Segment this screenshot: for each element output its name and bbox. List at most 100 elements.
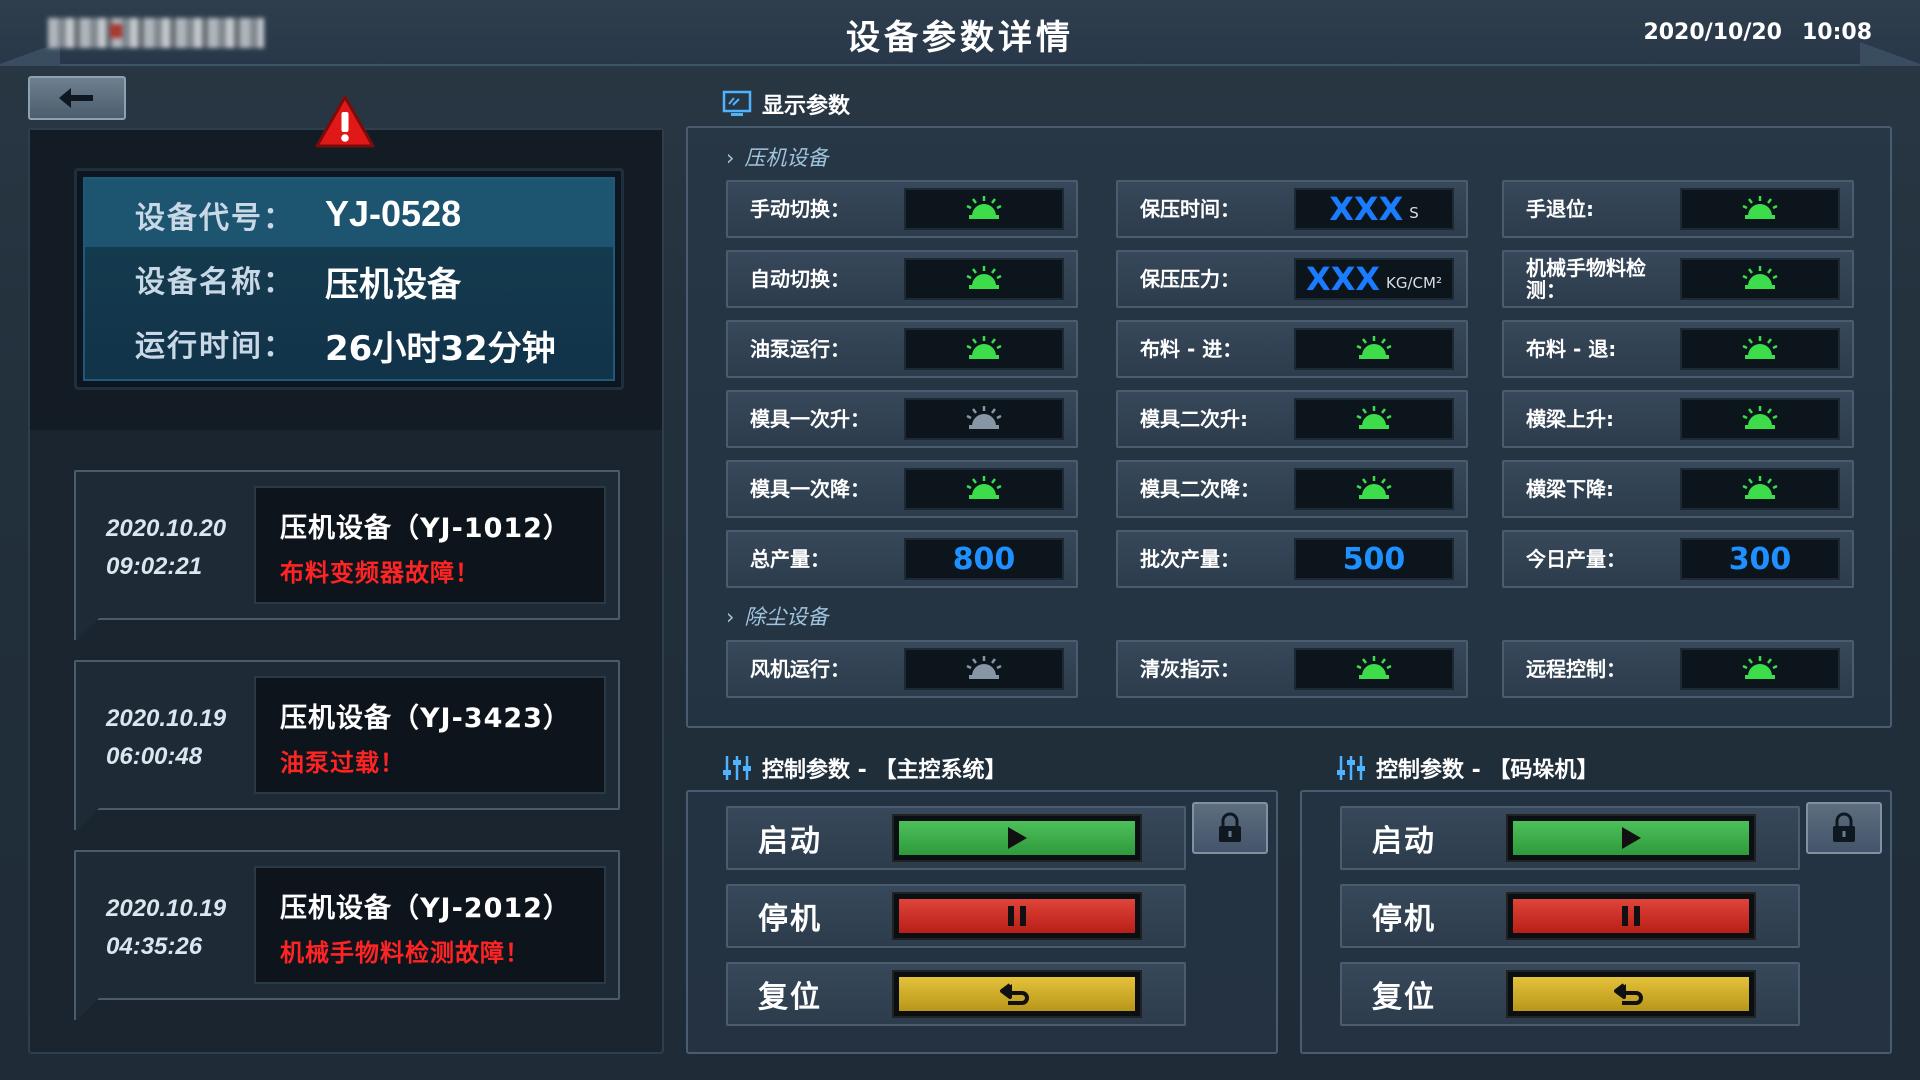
start-row: 启动 <box>726 806 1186 870</box>
page-title: 设备参数详情 <box>846 18 1074 58</box>
indicator-lamp-on-icon <box>1356 654 1392 684</box>
indicator-lamp-on-icon <box>1356 334 1392 364</box>
param-tile: 自动切换： <box>726 250 1078 308</box>
device-code-label: 设备代号： <box>135 201 295 236</box>
param-tile: 横梁下降: <box>1502 460 1854 518</box>
stop-row: 停机 <box>1340 884 1800 948</box>
alarm-item[interactable]: 2020.10.20 09:02:21 压机设备（YJ-1012） 布料变频器故… <box>74 470 620 640</box>
param-value-box <box>1294 648 1454 690</box>
reset-row: 复位 <box>726 962 1186 1026</box>
param-value-box <box>904 398 1064 440</box>
param-label: 清灰指示： <box>1140 657 1240 681</box>
param-label: 模具二次降： <box>1140 477 1260 501</box>
subsection-dust: 除尘设备 <box>726 601 828 631</box>
alarm-time: 06:00:48 <box>106 743 203 770</box>
start-button[interactable] <box>1506 814 1756 862</box>
param-value-box <box>904 188 1064 230</box>
alarm-message-box: 压机设备（YJ-3423） 油泵过载！ <box>254 676 606 794</box>
indicator-lamp-off-icon <box>966 404 1002 434</box>
start-button[interactable] <box>892 814 1142 862</box>
header-time: 10:08 <box>1801 20 1872 45</box>
stop-label: 停机 <box>1372 902 1436 937</box>
device-code-value: YJ-0528 <box>325 193 462 234</box>
param-value-box: XXX KG/CM² <box>1294 258 1454 300</box>
control-panel-main: 启动 停机 复位 <box>686 790 1278 1054</box>
param-value: XXX <box>1329 190 1404 228</box>
param-tile: 油泵运行： <box>726 320 1078 378</box>
alarm-message-box: 压机设备（YJ-2012） 机械手物料检测故障！ <box>254 866 606 984</box>
lock-icon <box>1833 812 1855 842</box>
indicator-lamp-on-icon <box>1742 404 1778 434</box>
param-value: 800 <box>952 541 1016 577</box>
param-tile: 总产量： 800 <box>726 530 1078 588</box>
param-value-box <box>1680 468 1840 510</box>
param-tile: 模具二次降： <box>1116 460 1468 518</box>
play-icon <box>1008 827 1027 849</box>
alarm-item[interactable]: 2020.10.19 06:00:48 压机设备（YJ-3423） 油泵过载！ <box>74 660 620 830</box>
reset-button[interactable] <box>1506 970 1756 1018</box>
header-bar: 设备参数详情 2020/10/20 10:08 <box>0 0 1920 66</box>
indicator-lamp-on-icon <box>966 264 1002 294</box>
param-value-box <box>1680 258 1840 300</box>
param-tile: 模具一次降： <box>726 460 1078 518</box>
param-value-box <box>1680 648 1840 690</box>
param-value-box <box>1680 328 1840 370</box>
param-label: 机械手物料检测： <box>1526 256 1646 302</box>
param-value-box <box>1680 398 1840 440</box>
header-date: 2020/10/20 <box>1643 20 1782 45</box>
param-label: 今日产量： <box>1526 547 1626 571</box>
start-row: 启动 <box>1340 806 1800 870</box>
undo-icon <box>1614 983 1643 1005</box>
param-label: 手动切换： <box>750 197 850 221</box>
device-runtime-label: 运行时间： <box>135 329 295 364</box>
indicator-lamp-on-icon <box>1742 654 1778 684</box>
param-value: 300 <box>1728 541 1792 577</box>
alarm-timestamp: 2020.10.20 09:02:21 <box>106 510 226 586</box>
device-name-label: 设备名称： <box>135 265 295 300</box>
back-button[interactable] <box>28 76 126 120</box>
lock-button[interactable] <box>1192 802 1268 854</box>
indicator-lamp-on-icon <box>1356 404 1392 434</box>
param-tile: 清灰指示： <box>1116 640 1468 698</box>
lock-icon <box>1219 812 1241 842</box>
param-unit: KG/CM² <box>1386 274 1442 292</box>
device-runtime-row: 运行时间： 26小时32分钟 <box>135 321 556 370</box>
pause-icon <box>1008 906 1026 926</box>
param-tile: 今日产量： 300 <box>1502 530 1854 588</box>
param-value-box: 500 <box>1294 538 1454 580</box>
param-label: 保压时间： <box>1140 197 1240 221</box>
reset-row: 复位 <box>1340 962 1800 1026</box>
param-tile: 模具二次升: <box>1116 390 1468 448</box>
param-value-box <box>904 648 1064 690</box>
alarm-timestamp: 2020.10.19 04:35:26 <box>106 890 226 966</box>
param-tile: 远程控制： <box>1502 640 1854 698</box>
param-tile: 保压压力： XXX KG/CM² <box>1116 250 1468 308</box>
lock-button[interactable] <box>1806 802 1882 854</box>
stop-button[interactable] <box>1506 892 1756 940</box>
stop-button[interactable] <box>892 892 1142 940</box>
param-tile: 风机运行： <box>726 640 1078 698</box>
alarm-item[interactable]: 2020.10.19 04:35:26 压机设备（YJ-2012） 机械手物料检… <box>74 850 620 1020</box>
alarm-date: 2020.10.19 <box>106 705 227 732</box>
param-value: 500 <box>1342 541 1406 577</box>
param-tile: 横梁上升: <box>1502 390 1854 448</box>
param-tile: 布料 - 进： <box>1116 320 1468 378</box>
param-tile: 手动切换： <box>726 180 1078 238</box>
param-value-box: 300 <box>1680 538 1840 580</box>
device-summary-card: 设备代号： YJ-0528 设备名称： 压机设备 运行时间： 26小时32分钟 <box>74 168 624 390</box>
param-value-box <box>904 258 1064 300</box>
indicator-lamp-on-icon <box>966 474 1002 504</box>
start-label: 启动 <box>758 824 822 859</box>
device-name-value: 压机设备 <box>325 265 461 305</box>
start-label: 启动 <box>1372 824 1436 859</box>
param-label: 手退位: <box>1526 197 1594 221</box>
arrow-left-icon <box>59 88 93 108</box>
alarm-date: 2020.10.19 <box>106 895 227 922</box>
param-tile: 模具一次升： <box>726 390 1078 448</box>
display-params-title: 显示参数 <box>722 88 850 120</box>
reset-label: 复位 <box>758 980 822 1015</box>
undo-icon <box>1000 983 1029 1005</box>
reset-button[interactable] <box>892 970 1142 1018</box>
param-tile: 机械手物料检测： <box>1502 250 1854 308</box>
param-label: 保压压力： <box>1140 267 1240 291</box>
